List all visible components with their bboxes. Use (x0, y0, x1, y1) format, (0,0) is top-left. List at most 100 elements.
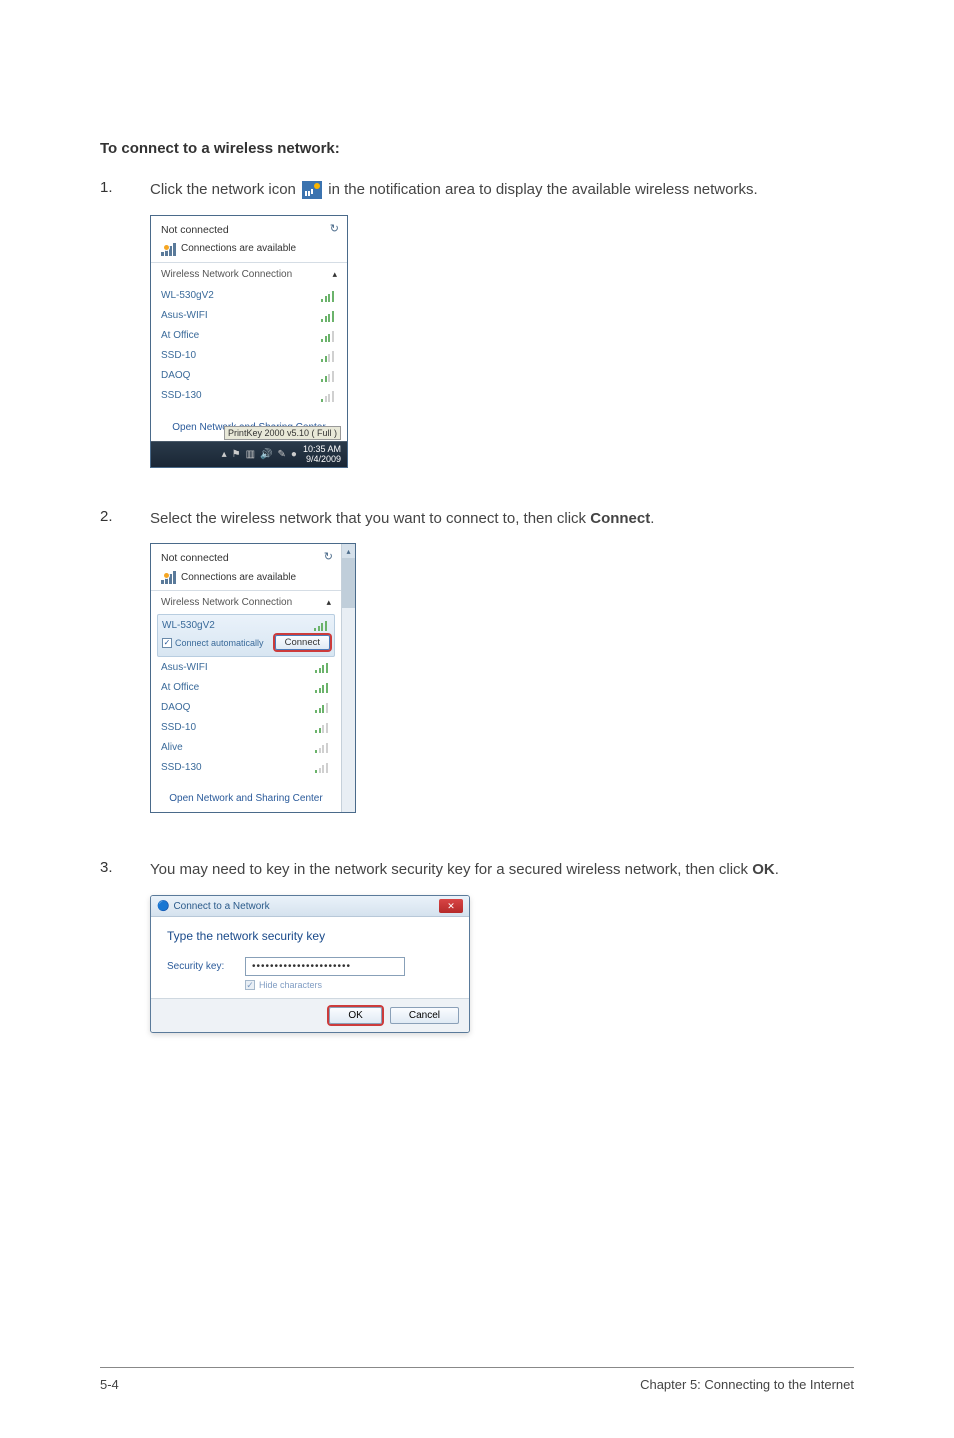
signal-icon (321, 310, 337, 322)
step-text-bold: OK (752, 861, 775, 878)
network-item-selected[interactable]: WL-530gV2 ✓ Connect automatically Connec… (157, 614, 335, 657)
network-item[interactable]: WL-530gV2 (161, 286, 337, 306)
signal-icon (321, 370, 337, 382)
step-text-pre: Select the wireless network that you wan… (150, 510, 590, 527)
step-text-post: . (775, 861, 779, 878)
network-item[interactable]: At Office (161, 677, 331, 697)
network-name: DAOQ (161, 370, 190, 381)
dialog-title: Connect to a Network (173, 901, 269, 912)
flyout-footer: Open Network and Sharing Center (151, 783, 341, 812)
cancel-button[interactable]: Cancel (390, 1007, 459, 1024)
flyout-header: ↻ Not connected Connections are availabl… (151, 216, 347, 263)
network-item[interactable]: Asus-WIFI (161, 657, 331, 677)
network-name: WL-530gV2 (161, 290, 214, 301)
network-item[interactable]: Asus-WIFI (161, 306, 337, 326)
section-heading: To connect to a wireless network: (100, 140, 854, 157)
signal-icon (321, 330, 337, 342)
network-item[interactable]: SSD-10 (161, 346, 337, 366)
step-text: You may need to key in the network secur… (150, 859, 779, 881)
step-text: Select the wireless network that you wan… (150, 508, 654, 530)
signal-icon (315, 661, 331, 673)
step-3: 3. You may need to key in the network se… (100, 859, 854, 881)
speaker-icon[interactable]: 🔊 (260, 449, 272, 460)
page-number: 5-4 (100, 1377, 119, 1392)
hide-characters-checkbox[interactable]: ✓ Hide characters (245, 980, 453, 990)
connections-available: Connections are available (181, 243, 296, 254)
step-2: 2. Select the wireless network that you … (100, 508, 854, 530)
taskbar-tooltip: PrintKey 2000 v5.10 ( Full ) (224, 426, 341, 440)
connection-status: Not connected (161, 552, 331, 564)
network-icon: 🔵 (157, 901, 169, 912)
scroll-up-button[interactable]: ▴ (342, 544, 355, 558)
signal-bars-icon (161, 570, 177, 584)
dialog-body: Type the network security key Security k… (151, 917, 469, 998)
network-icon[interactable]: ▥ (246, 449, 255, 460)
flyout-header: ↻ Not connected Connections are availabl… (151, 544, 341, 591)
scroll-thumb[interactable] (342, 558, 355, 608)
signal-icon (315, 681, 331, 693)
checkbox-icon: ✓ (162, 638, 172, 648)
footer-divider (100, 1367, 854, 1368)
signal-icon (314, 619, 330, 631)
chevron-up-icon[interactable]: ▴ (326, 597, 331, 608)
network-item[interactable]: SSD-130 (161, 757, 331, 777)
signal-icon (315, 701, 331, 713)
security-key-dialog: 🔵 Connect to a Network ✕ Type the networ… (150, 895, 470, 1033)
step-text-post: . (650, 510, 654, 527)
wifi-flyout-1: ↻ Not connected Connections are availabl… (150, 215, 348, 468)
dot-icon[interactable]: ● (291, 449, 297, 460)
step-text-bold: Connect (590, 510, 650, 527)
network-name: WL-530gV2 (162, 620, 215, 631)
step-text-pre: You may need to key in the network secur… (150, 861, 752, 878)
connections-available: Connections are available (181, 572, 296, 583)
tray-arrow-icon[interactable]: ▴ (222, 449, 227, 460)
flag-icon[interactable]: ⚑ (232, 449, 241, 460)
system-tray[interactable]: ▴ ⚑ ▥ 🔊 ✎ ● (222, 449, 297, 460)
dialog-heading: Type the network security key (167, 929, 453, 943)
ok-button[interactable]: OK (329, 1007, 381, 1024)
network-name: SSD-10 (161, 722, 196, 733)
taskbar-clock[interactable]: 10:35 AM 9/4/2009 (303, 445, 341, 465)
network-name: SSD-130 (161, 762, 202, 773)
signal-icon (321, 290, 337, 302)
network-item[interactable]: DAOQ (161, 697, 331, 717)
refresh-icon[interactable]: ↻ (324, 550, 333, 563)
network-name: At Office (161, 682, 199, 693)
network-item[interactable]: At Office (161, 326, 337, 346)
network-name: At Office (161, 330, 199, 341)
signal-icon (315, 721, 331, 733)
wireless-section-header: Wireless Network Connection ▴ (151, 263, 347, 286)
connect-button[interactable]: Connect (275, 635, 330, 650)
scrollbar[interactable]: ▴ (341, 544, 355, 812)
step-text-post: in the notification area to display the … (324, 181, 758, 198)
network-item[interactable]: SSD-130 (161, 386, 337, 406)
close-button[interactable]: ✕ (439, 899, 463, 913)
checkbox-icon: ✓ (245, 980, 255, 990)
network-name: SSD-130 (161, 390, 202, 401)
connect-automatically-checkbox[interactable]: ✓ Connect automatically (162, 638, 264, 648)
signal-icon (321, 350, 337, 362)
page-footer: 5-4 Chapter 5: Connecting to the Interne… (100, 1377, 854, 1392)
step-number: 2. (100, 508, 150, 530)
chevron-up-icon[interactable]: ▴ (332, 269, 337, 280)
pen-icon[interactable]: ✎ (278, 449, 286, 460)
refresh-icon[interactable]: ↻ (330, 222, 339, 235)
security-key-input[interactable] (245, 957, 405, 976)
dialog-buttons: OK Cancel (151, 998, 469, 1032)
network-name: DAOQ (161, 702, 190, 713)
security-key-label: Security key: (167, 961, 235, 972)
signal-icon (315, 741, 331, 753)
taskbar: PrintKey 2000 v5.10 ( Full ) ▴ ⚑ ▥ 🔊 ✎ ●… (151, 441, 347, 467)
step-text: Click the network icon in the notificati… (150, 179, 758, 201)
network-item[interactable]: SSD-10 (161, 717, 331, 737)
step-text-pre: Click the network icon (150, 181, 300, 198)
wireless-section-header: Wireless Network Connection ▴ (151, 591, 341, 614)
wireless-section-label: Wireless Network Connection (161, 269, 292, 280)
step-number: 3. (100, 859, 150, 881)
open-network-center-link[interactable]: Open Network and Sharing Center (169, 793, 322, 804)
step-1: 1. Click the network icon in the notific… (100, 179, 854, 201)
network-item[interactable]: Alive (161, 737, 331, 757)
hide-characters-label: Hide characters (259, 980, 322, 990)
clock-date: 9/4/2009 (303, 455, 341, 465)
network-item[interactable]: DAOQ (161, 366, 337, 386)
